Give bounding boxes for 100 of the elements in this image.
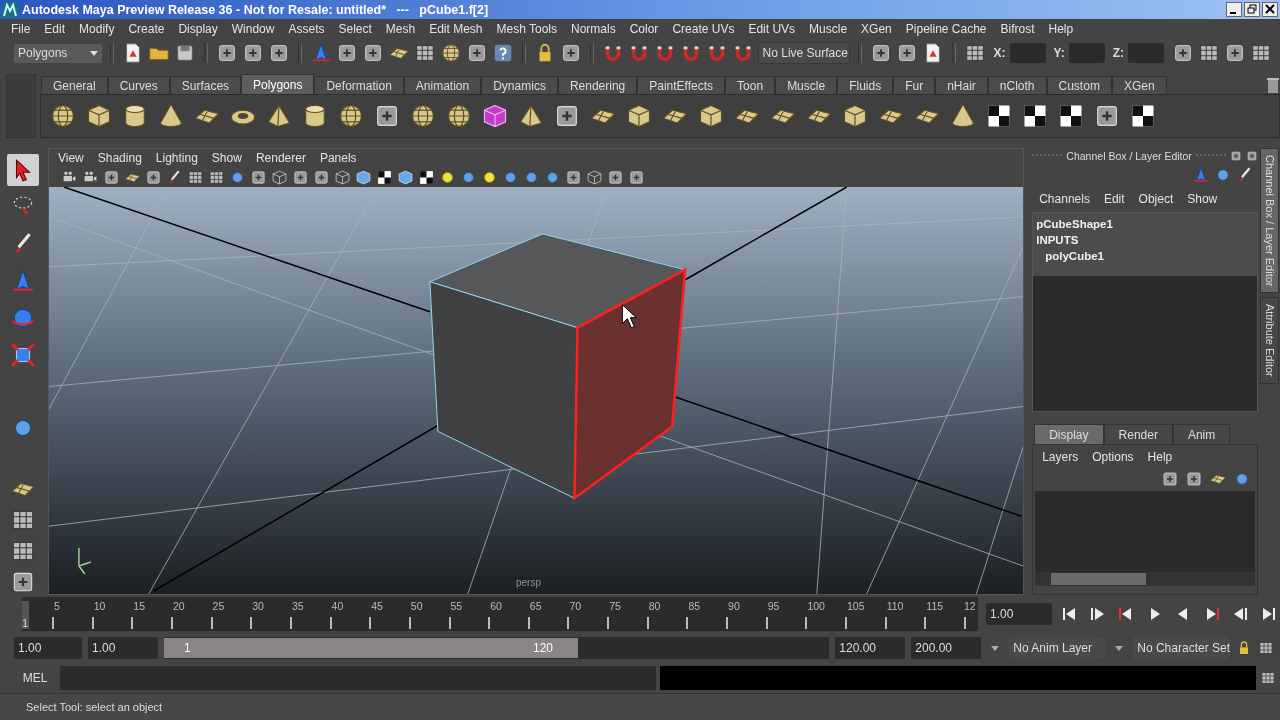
sphere-icon[interactable] — [409, 102, 437, 130]
pyramid-icon[interactable] — [517, 102, 545, 130]
sphere-icon[interactable] — [445, 102, 473, 130]
scroll-bar[interactable] — [1035, 572, 1255, 586]
shelf-tab[interactable]: Curves — [107, 76, 170, 94]
square-icon[interactable] — [564, 168, 582, 186]
cube-icon[interactable] — [697, 102, 725, 130]
cube-icon[interactable] — [85, 102, 113, 130]
dropdown-icon[interactable] — [991, 645, 1000, 651]
square-icon[interactable] — [312, 168, 330, 186]
shaded-sphere-icon[interactable] — [1214, 166, 1232, 184]
node-label[interactable]: pCubeShape1 — [1036, 216, 1254, 232]
wireframe-cube-icon[interactable] — [585, 168, 603, 186]
layer-tab[interactable]: Render — [1103, 424, 1173, 444]
pyramid-icon[interactable] — [265, 102, 293, 130]
square-icon[interactable] — [606, 168, 624, 186]
menu-item[interactable]: Help — [1041, 21, 1081, 36]
channel-menu-item[interactable]: Show — [1180, 192, 1225, 206]
shelf-tab[interactable]: Fluids — [837, 76, 894, 94]
channel-menu-item[interactable]: Channels — [1032, 192, 1097, 206]
menu-item[interactable]: Color — [622, 21, 666, 36]
shaded-sphere-icon[interactable] — [1233, 470, 1251, 488]
grid-icon[interactable] — [413, 42, 436, 64]
menu-item[interactable]: Mesh — [378, 21, 423, 36]
cube-icon[interactable] — [481, 102, 509, 130]
grid-icon[interactable] — [1258, 640, 1274, 656]
menu-item[interactable]: Modify — [72, 21, 122, 36]
menu-item[interactable]: Create — [121, 21, 172, 36]
layer-tab[interactable]: Display — [1034, 424, 1104, 444]
channel-menu-item[interactable]: Object — [1131, 192, 1181, 206]
shelf-tab[interactable]: XGen — [1111, 76, 1167, 94]
sphere-icon[interactable] — [337, 102, 365, 130]
playback-end-field[interactable]: 120.00 — [835, 637, 906, 659]
coordinate-field[interactable] — [1068, 43, 1105, 63]
menu-item[interactable]: Edit UVs — [741, 21, 803, 36]
square-icon[interactable] — [291, 168, 309, 186]
side-tab[interactable]: Attribute Editor — [1260, 297, 1279, 385]
layer-menu-item[interactable]: Layers — [1035, 450, 1086, 464]
menu-item[interactable]: XGen — [854, 21, 899, 36]
square-icon[interactable] — [144, 168, 162, 186]
menu-item[interactable]: Assets — [281, 21, 332, 36]
shelf-tab[interactable]: Fur — [893, 76, 936, 94]
grid-icon[interactable] — [1197, 42, 1220, 64]
grid-icon[interactable] — [1249, 42, 1272, 64]
menu-item[interactable]: Create UVs — [665, 21, 742, 36]
cube-icon[interactable] — [625, 102, 653, 130]
menu-item[interactable]: Pipeline Cache — [898, 21, 994, 36]
end-time-field[interactable]: 200.00 — [911, 637, 982, 659]
side-tab[interactable]: Channel Box / Layer Editor — [1260, 148, 1279, 294]
channel-menu-item[interactable]: Edit — [1096, 192, 1132, 206]
time-slider[interactable]: 1 5 10 15 20 25 30 35 40 45 50 55 60 65 70 75 80 85 90 95 100 105 110 115 12 — [22, 597, 978, 631]
wireframe-cube-icon[interactable] — [333, 168, 351, 186]
panel-menu-item[interactable]: View — [50, 151, 91, 165]
shelf-tab[interactable]: Rendering — [557, 76, 638, 94]
menu-item[interactable]: Display — [171, 21, 225, 36]
menu-set-dropdown[interactable]: Polygons — [14, 43, 103, 63]
shelf-tab[interactable]: Surfaces — [169, 76, 242, 94]
menu-item[interactable]: Normals — [564, 21, 623, 36]
square-icon[interactable] — [1161, 470, 1179, 488]
close-icon[interactable] — [1262, 2, 1278, 17]
start-time-field[interactable]: 1.00 — [14, 637, 82, 659]
square-icon[interactable] — [102, 168, 120, 186]
command-language-button[interactable]: MEL — [14, 671, 56, 685]
layer-tab[interactable]: Anim — [1172, 424, 1231, 444]
checker-icon[interactable] — [417, 168, 435, 186]
command-field[interactable] — [60, 666, 656, 690]
shelf-tab[interactable]: General — [41, 76, 108, 94]
trash-icon[interactable] — [1266, 76, 1280, 94]
menu-item[interactable]: Window — [224, 21, 282, 36]
shelf-tab[interactable]: Dynamics — [481, 76, 558, 94]
range-bar[interactable]: 1 120 — [164, 638, 578, 658]
wireframe-cube-icon[interactable] — [270, 168, 288, 186]
menu-item[interactable]: Mesh Tools — [489, 21, 564, 36]
coordinate-field[interactable] — [1127, 43, 1164, 63]
menu-item[interactable]: Bifrost — [993, 21, 1042, 36]
layer-menu-item[interactable]: Options — [1085, 450, 1141, 464]
node-label[interactable]: polyCube1 — [1036, 248, 1254, 264]
shelf-tab[interactable]: nHair — [935, 76, 988, 94]
playback-start-field[interactable]: 1.00 — [88, 637, 158, 659]
menu-item[interactable]: File — [4, 21, 38, 36]
restore-icon[interactable] — [1244, 2, 1260, 17]
cone-icon[interactable] — [157, 102, 185, 130]
sphere-icon[interactable] — [49, 102, 77, 130]
move-icon[interactable] — [1192, 166, 1210, 184]
panel-menu-item[interactable]: Show — [204, 151, 249, 165]
current-time-field[interactable]: 1.00 — [986, 603, 1052, 625]
live-surface-field[interactable]: No Live Surface — [757, 42, 850, 64]
menu-item[interactable]: Edit Mesh — [422, 21, 490, 36]
sphere-icon[interactable] — [439, 42, 462, 64]
square-icon[interactable] — [1230, 150, 1243, 162]
shelf-tab[interactable]: Muscle — [775, 76, 838, 94]
menu-item[interactable]: Muscle — [802, 21, 855, 36]
menu-item[interactable]: Edit — [37, 21, 73, 36]
square-icon[interactable] — [1246, 150, 1259, 162]
coordinate-field[interactable] — [1009, 43, 1046, 63]
grid-icon[interactable] — [963, 42, 986, 64]
panel-menu-item[interactable]: Renderer — [248, 151, 313, 165]
character-set-dropdown[interactable]: No Character Set — [1133, 637, 1230, 659]
cube-drawing[interactable] — [429, 233, 687, 501]
shelf-tab[interactable]: Custom — [1046, 76, 1112, 94]
